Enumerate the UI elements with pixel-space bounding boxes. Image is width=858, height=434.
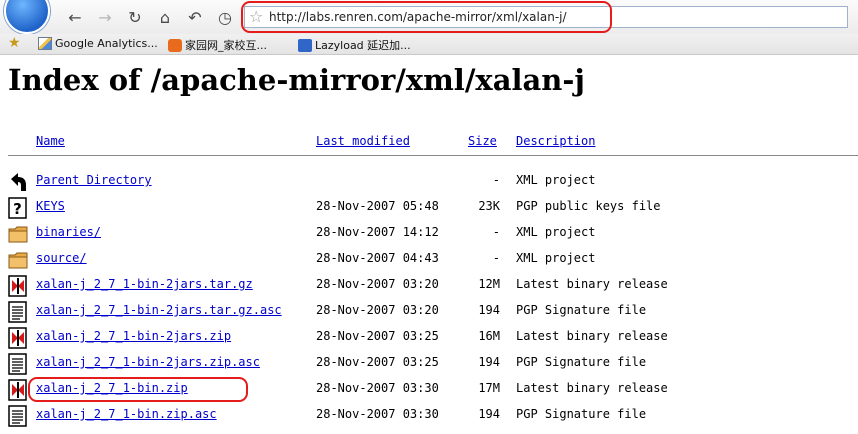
file-link[interactable]: xalan-j_2_7_1-bin-2jars.zip — [36, 329, 231, 343]
file-last-modified: 28-Nov-2007 03:30 — [316, 407, 439, 421]
bookmarks-star-icon[interactable]: ★ — [8, 35, 21, 51]
file-link[interactable]: xalan-j_2_7_1-bin-2jars.tar.gz — [36, 277, 253, 291]
file-size: 194 — [478, 355, 500, 369]
file-link[interactable]: source/ — [36, 251, 87, 265]
bookmark-label: Google Analytics... — [55, 37, 158, 50]
text-icon[interactable] — [8, 353, 28, 375]
address-bar-url[interactable]: http://labs.renren.com/apache-mirror/xml… — [269, 10, 567, 24]
file-size: 23K — [478, 199, 500, 213]
bookmarks-bar: ★ Google Analytics... 家园网_家校互... Lazyloa… — [0, 34, 858, 55]
text-icon[interactable] — [8, 301, 28, 323]
file-last-modified: 28-Nov-2007 03:20 — [316, 303, 439, 317]
reload-icon[interactable]: ↻ — [124, 6, 146, 28]
bookmark-google-analytics[interactable]: Google Analytics... — [38, 37, 158, 50]
file-link[interactable]: Parent Directory — [36, 173, 152, 187]
back-icon[interactable] — [8, 171, 28, 193]
file-size: 17M — [478, 381, 500, 395]
file-description: PGP Signature file — [516, 355, 647, 369]
column-header-size[interactable]: Size — [468, 134, 497, 148]
browser-logo-icon — [4, 0, 50, 34]
bookmark-label: Lazyload 延迟加... — [315, 39, 411, 52]
text-icon[interactable] — [8, 405, 28, 427]
file-last-modified: 28-Nov-2007 04:43 — [316, 251, 439, 265]
file-last-modified: 28-Nov-2007 14:12 — [316, 225, 439, 239]
binary-icon[interactable] — [8, 327, 28, 349]
table-row: xalan-j_2_7_1-bin-2jars.tar.gz.asc 28-Nov… — [0, 299, 858, 325]
table-row: xalan-j_2_7_1-bin-2jars.zip 28-Nov-2007 0… — [0, 325, 858, 351]
file-link[interactable]: xalan-j_2_7_1-bin.zip.asc — [36, 407, 217, 421]
folder-icon[interactable] — [8, 249, 28, 271]
table-row: xalan-j_2_7_1-bin-2jars.tar.gz 28-Nov-200… — [0, 273, 858, 299]
table-row: ? KEYS 28-Nov-2007 05:48 23K PGP public keys… — [0, 195, 858, 221]
history-clock-icon[interactable]: ◷ — [214, 6, 236, 28]
file-link[interactable]: KEYS — [36, 199, 65, 213]
file-link[interactable]: xalan-j_2_7_1-bin-2jars.tar.gz.asc — [36, 303, 282, 317]
address-bar[interactable]: ☆ http://labs.renren.com/apache-mirror/x… — [244, 6, 848, 28]
file-size: 194 — [478, 407, 500, 421]
table-row: binaries/28-Nov-2007 14:12 - XML project — [0, 221, 858, 247]
file-description: Latest binary release — [516, 277, 668, 291]
bookmark-lazyload[interactable]: Lazyload 延迟加... — [298, 37, 411, 53]
file-link[interactable]: binaries/ — [36, 225, 101, 239]
file-description: PGP Signature file — [516, 407, 647, 421]
bookmark-label: 家园网_家校互... — [185, 39, 267, 52]
jiayuan-icon — [168, 38, 182, 52]
home-icon[interactable]: ⌂ — [154, 6, 176, 28]
browser-toolbar: ← → ↻ ⌂ ↶ ◷ ☆ http://labs.renren.com/apa… — [0, 0, 858, 34]
folder-icon[interactable] — [8, 223, 28, 245]
file-size: 194 — [478, 303, 500, 317]
header-divider — [8, 155, 858, 156]
file-last-modified: 28-Nov-2007 03:30 — [316, 381, 439, 395]
file-description: PGP public keys file — [516, 199, 661, 213]
column-header-name[interactable]: Name — [36, 134, 65, 148]
page-title: Index of /apache-mirror/xml/xalan-j — [8, 63, 585, 97]
google-analytics-icon — [38, 37, 52, 50]
undo-icon[interactable]: ↶ — [184, 6, 206, 28]
file-description: PGP Signature file — [516, 303, 647, 317]
bookmark-jiayuan[interactable]: 家园网_家校互... — [168, 37, 267, 53]
file-description: XML project — [516, 173, 596, 187]
file-description: Latest binary release — [516, 329, 668, 343]
file-last-modified: 28-Nov-2007 03:20 — [316, 277, 439, 291]
binary-icon[interactable] — [8, 379, 28, 401]
file-size: 12M — [478, 277, 500, 291]
column-header-last-modified[interactable]: Last modified — [316, 134, 410, 148]
file-last-modified: 28-Nov-2007 03:25 — [316, 355, 439, 369]
back-arrow-icon[interactable]: ← — [64, 6, 86, 28]
table-row: source/28-Nov-2007 04:43 - XML project — [0, 247, 858, 273]
forward-arrow-icon[interactable]: → — [94, 6, 116, 28]
binary-icon[interactable] — [8, 275, 28, 297]
bookmark-star-icon[interactable]: ☆ — [249, 7, 263, 26]
file-size: - — [492, 173, 500, 187]
file-link[interactable]: xalan-j_2_7_1-bin-2jars.zip.asc — [36, 355, 260, 369]
column-header-description[interactable]: Description — [516, 134, 595, 148]
file-description: XML project — [516, 225, 596, 239]
table-row: xalan-j_2_7_1-bin.zip.asc 28-Nov-2007 03:… — [0, 403, 858, 429]
table-row: Parent Directory - XML project — [0, 169, 858, 195]
file-description: XML project — [516, 251, 596, 265]
file-size: 16M — [478, 329, 500, 343]
lazyload-icon — [298, 38, 312, 52]
file-description: Latest binary release — [516, 381, 668, 395]
table-row: xalan-j_2_7_1-bin.zip 28-Nov-2007 03:30 17… — [0, 377, 858, 403]
file-link[interactable]: xalan-j_2_7_1-bin.zip — [36, 381, 188, 395]
file-size: - — [492, 251, 500, 265]
table-row: xalan-j_2_7_1-bin-2jars.zip.asc 28-Nov-20… — [0, 351, 858, 377]
file-last-modified: 28-Nov-2007 05:48 — [316, 199, 439, 213]
file-last-modified: 28-Nov-2007 03:25 — [316, 329, 439, 343]
unknown-icon[interactable]: ? — [8, 197, 28, 219]
file-size: - — [492, 225, 500, 239]
svg-text:?: ? — [13, 200, 22, 218]
